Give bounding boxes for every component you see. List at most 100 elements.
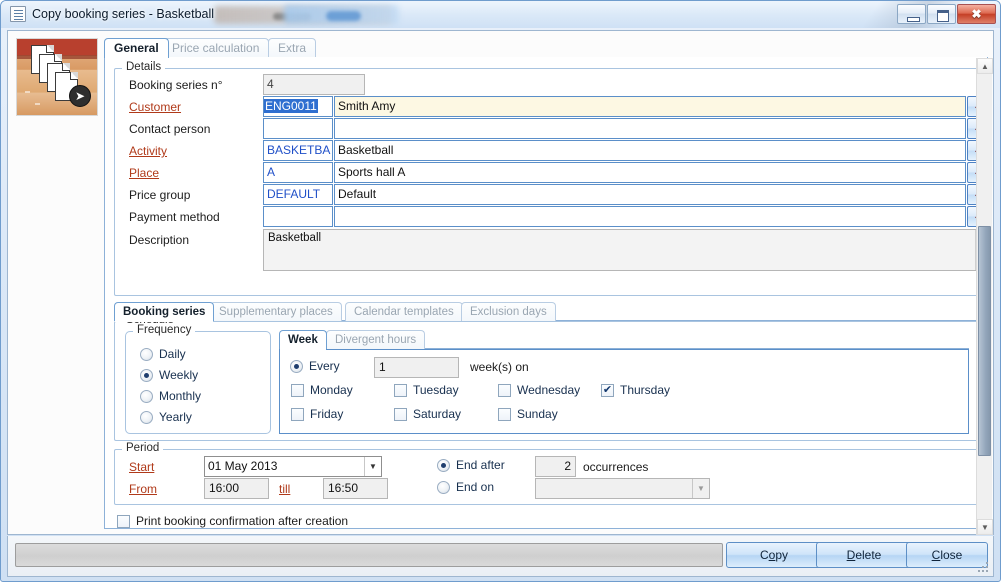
client-area: General Price calculation Extra Details …: [7, 30, 994, 535]
activity-link[interactable]: Activity: [129, 144, 167, 158]
contact-person-code-field[interactable]: [263, 118, 333, 139]
icon-speck: [35, 103, 40, 105]
every-weeks-input[interactable]: 1: [374, 357, 459, 378]
details-group-title: Details: [122, 61, 165, 73]
subtab-exclusion-days[interactable]: Exclusion days: [461, 302, 556, 321]
radio-yearly[interactable]: [140, 411, 153, 424]
document-icon: [10, 6, 26, 22]
place-code-field[interactable]: A: [263, 162, 333, 183]
frequency-group-title: Frequency: [133, 324, 195, 336]
radio-yearly-label: Yearly: [159, 410, 192, 424]
week-suffix-label: week(s) on: [470, 360, 529, 374]
radio-daily[interactable]: [140, 348, 153, 361]
delete-button[interactable]: Delete: [816, 542, 912, 568]
checkbox-tuesday[interactable]: [394, 384, 407, 397]
checkbox-thursday-label: Thursday: [620, 383, 670, 397]
tab-price-calculation[interactable]: Price calculation: [162, 38, 269, 58]
end-on-date-combo[interactable]: ▼: [535, 478, 710, 499]
scroll-up-icon[interactable]: ▲: [977, 58, 993, 74]
checkbox-sunday[interactable]: [498, 408, 511, 421]
till-time-input[interactable]: 16:50: [323, 478, 388, 499]
activity-code-field[interactable]: BASKETBA: [263, 140, 333, 161]
description-textarea[interactable]: Basketball ▲ ▼: [263, 229, 991, 271]
main-tab-bar: General Price calculation Extra: [104, 38, 988, 58]
activity-name-field[interactable]: Basketball: [334, 140, 966, 161]
schedule-group: Schedule Frequency Daily Weekly Monthly …: [114, 321, 980, 441]
copy-booking-series-icon: [16, 38, 98, 116]
radio-weekly-label: Weekly: [159, 368, 198, 382]
radio-end-after-label: End after: [456, 458, 505, 472]
checkbox-friday-label: Friday: [310, 407, 343, 421]
place-name-field[interactable]: Sports hall A: [334, 162, 966, 183]
tab-divergent-hours[interactable]: Divergent hours: [326, 330, 425, 349]
radio-every[interactable]: [290, 360, 303, 373]
radio-monthly-label: Monthly: [159, 389, 201, 403]
place-link[interactable]: Place: [129, 166, 159, 180]
chevron-down-icon[interactable]: ▼: [692, 479, 709, 498]
period-group-title: Period: [122, 442, 163, 454]
subtab-calendar-templates[interactable]: Calendar templates: [345, 302, 463, 321]
subtab-supplementary-places[interactable]: Supplementary places: [210, 302, 342, 321]
title-bar-background-blur-2b: [326, 11, 361, 21]
checkbox-thursday[interactable]: [601, 384, 614, 397]
payment-method-name-field[interactable]: [334, 206, 966, 227]
customer-code-value: ENG0011: [264, 99, 318, 113]
minimize-button[interactable]: [897, 4, 926, 24]
start-date-value: 01 May 2013: [208, 459, 277, 473]
checkbox-tuesday-label: Tuesday: [413, 383, 459, 397]
contact-person-name-field[interactable]: [334, 118, 966, 139]
scrollbar-thumb[interactable]: [978, 226, 991, 456]
till-link[interactable]: till: [279, 482, 290, 496]
checkbox-print-confirmation-label: Print booking confirmation after creatio…: [136, 514, 348, 528]
payment-method-code-field[interactable]: [263, 206, 333, 227]
customer-code-field[interactable]: ENG0011: [263, 96, 333, 117]
tab-extra[interactable]: Extra: [268, 38, 316, 58]
maximize-button[interactable]: [927, 4, 956, 24]
tab-week[interactable]: Week: [279, 330, 327, 349]
checkbox-sunday-label: Sunday: [517, 407, 558, 421]
subtab-booking-series[interactable]: Booking series: [114, 302, 214, 321]
checkbox-wednesday-label: Wednesday: [517, 383, 580, 397]
price-group-code-field[interactable]: DEFAULT: [263, 184, 333, 205]
end-after-occurrences-input[interactable]: 2: [535, 456, 576, 477]
general-tab-panel: Details Booking series n° 4 Customer ENG…: [104, 57, 988, 529]
checkbox-monday[interactable]: [291, 384, 304, 397]
radio-monthly[interactable]: [140, 390, 153, 403]
copy-button[interactable]: Copy: [726, 542, 822, 568]
tab-general[interactable]: General: [104, 38, 169, 58]
description-label: Description: [129, 233, 189, 247]
footer-bar: Copy Delete Close: [7, 536, 994, 577]
panel-vertical-scrollbar[interactable]: ▲ ▼: [976, 58, 992, 535]
scroll-down-icon[interactable]: ▼: [977, 519, 993, 535]
radio-end-on[interactable]: [437, 481, 450, 494]
arrow-right-icon: [69, 85, 91, 107]
radio-end-after[interactable]: [437, 459, 450, 472]
application-window: Copy booking series - Basketball General…: [0, 0, 1001, 582]
close-button-footer[interactable]: Close: [906, 542, 988, 568]
radio-weekly[interactable]: [140, 369, 153, 382]
from-time-input[interactable]: 16:00: [204, 478, 269, 499]
checkbox-wednesday[interactable]: [498, 384, 511, 397]
checkbox-monday-label: Monday: [310, 383, 353, 397]
description-value: Basketball: [268, 232, 321, 244]
chevron-down-icon[interactable]: ▼: [364, 457, 381, 476]
week-panel: Every 1 week(s) on Monday Tuesday Wednes…: [279, 349, 969, 434]
customer-name-field[interactable]: Smith Amy: [334, 96, 966, 117]
radio-daily-label: Daily: [159, 347, 186, 361]
checkbox-saturday-label: Saturday: [413, 407, 461, 421]
checkbox-friday[interactable]: [291, 408, 304, 421]
occurrences-label: occurrences: [583, 460, 648, 474]
customer-link[interactable]: Customer: [129, 100, 181, 114]
icon-speck: [25, 91, 30, 93]
frequency-group: Frequency Daily Weekly Monthly Yearly: [125, 331, 271, 434]
close-button[interactable]: [957, 4, 996, 24]
checkbox-print-confirmation[interactable]: [117, 515, 130, 528]
price-group-name-field[interactable]: Default: [334, 184, 966, 205]
radio-every-label: Every: [309, 359, 340, 373]
start-link[interactable]: Start: [129, 460, 154, 474]
from-link[interactable]: From: [129, 482, 157, 496]
payment-method-label: Payment method: [129, 210, 220, 224]
checkbox-saturday[interactable]: [394, 408, 407, 421]
resize-grip-icon[interactable]: [978, 562, 990, 574]
start-date-combo[interactable]: 01 May 2013 ▼: [204, 456, 382, 477]
